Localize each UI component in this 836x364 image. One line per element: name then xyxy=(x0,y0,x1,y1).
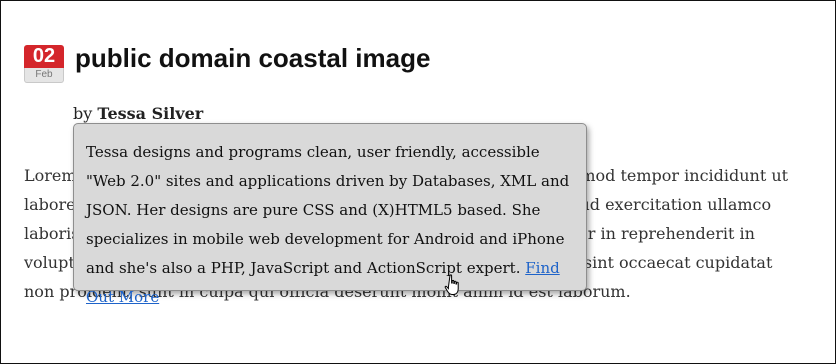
post-frame: 02 Feb public domain coastal image by Te… xyxy=(0,0,836,364)
byline-prefix: by xyxy=(73,104,93,123)
date-badge: 02 Feb xyxy=(24,45,64,83)
date-day: 02 xyxy=(24,45,64,68)
hand-pointer-icon xyxy=(444,274,459,295)
tooltip-text: Tessa designs and programs clean, user f… xyxy=(86,143,570,277)
byline: by Tessa Silver xyxy=(73,104,203,123)
date-month: Feb xyxy=(24,68,64,83)
post-title[interactable]: public domain coastal image xyxy=(75,43,430,74)
author-name[interactable]: Tessa Silver xyxy=(97,104,203,123)
author-bio-tooltip: Tessa designs and programs clean, user f… xyxy=(73,123,587,306)
